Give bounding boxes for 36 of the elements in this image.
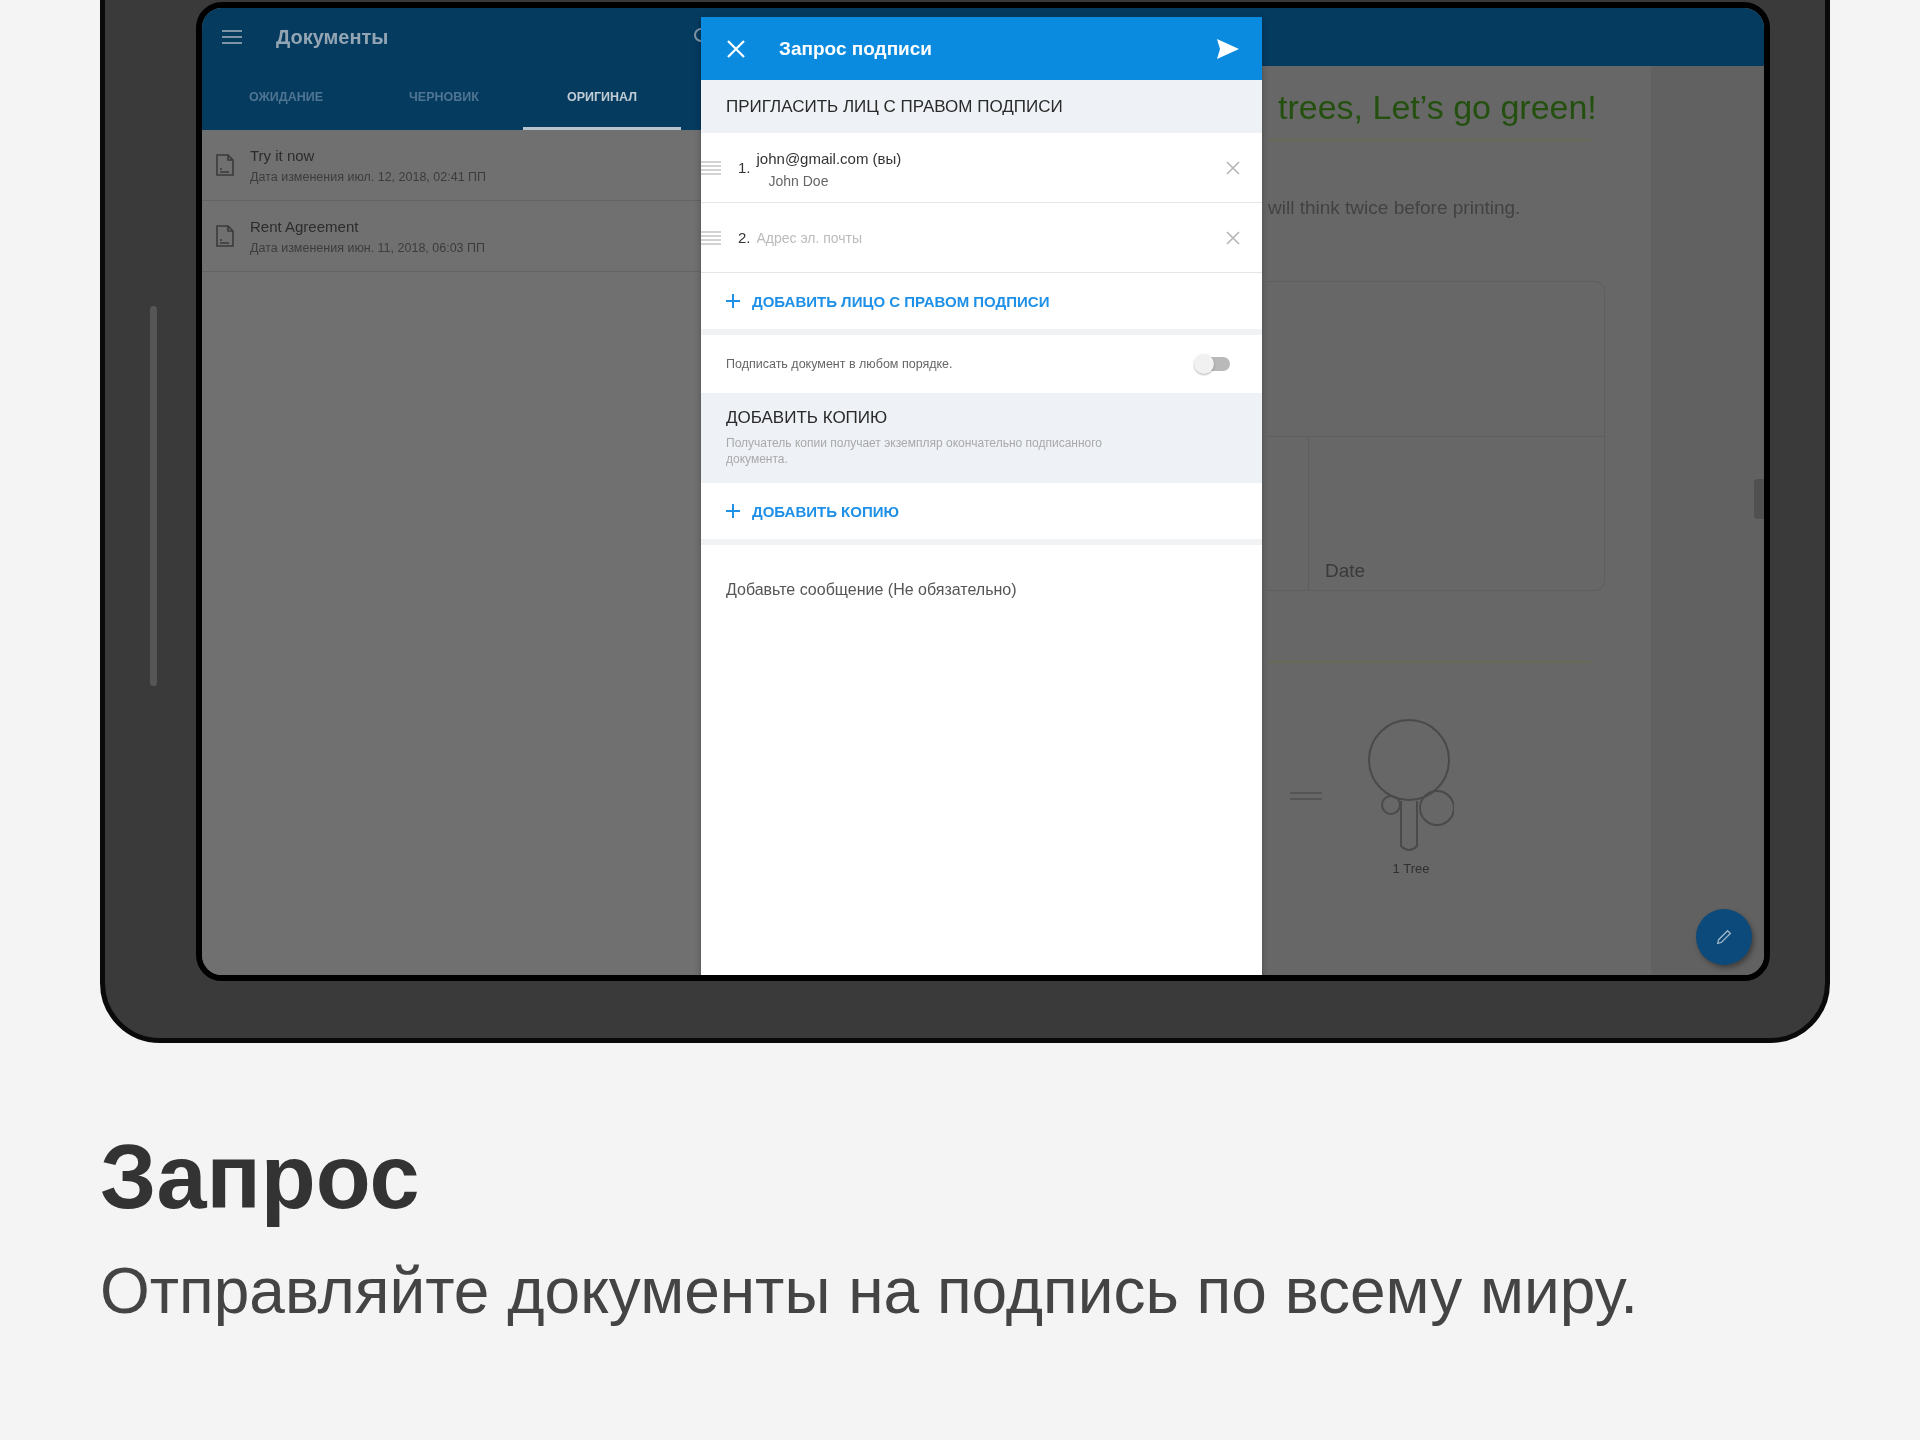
drag-handle-icon[interactable] — [701, 230, 721, 245]
section-hint: Получатель копии получает экземпляр окончательно подписанного документа. — [726, 436, 1103, 468]
tab[interactable]: ОЖИДАНИЕ — [207, 66, 365, 130]
caption-text: Отправляйте документы на подпись по всему миру. — [100, 1255, 1639, 1326]
add-copy-button[interactable]: ДОБАВИТЬ КОПИЮ — [701, 483, 1262, 545]
document-name: Rent Agreement — [250, 217, 360, 235]
section-title: ПРИГЛАСИТЬ ЛИЦ С ПРАВОМ ПОДПИСИ — [726, 96, 1063, 117]
dialog-title: Запрос подписи — [779, 37, 933, 60]
plus-icon — [726, 294, 740, 308]
app-title: Документы — [276, 25, 389, 49]
toggle-switch[interactable] — [1196, 357, 1230, 371]
plus-icon — [726, 504, 740, 518]
drawer-handle[interactable] — [1754, 479, 1764, 519]
document-name: Try it now — [250, 146, 316, 164]
signer-email: john@gmail.com (вы) — [756, 150, 902, 167]
menu-icon[interactable] — [222, 30, 242, 44]
caption-title: Запрос — [100, 1126, 421, 1229]
toggle-label: Подписать документ в любом порядке. — [726, 357, 953, 371]
remove-icon[interactable] — [1226, 230, 1240, 245]
remove-icon[interactable] — [1226, 160, 1240, 175]
signer-number: 2. — [738, 229, 751, 246]
close-icon[interactable] — [726, 38, 746, 59]
document-icon — [216, 154, 234, 176]
document-heading: trees, Let’s go green! — [1277, 88, 1598, 127]
drag-handle-icon[interactable] — [701, 160, 721, 175]
tree-icon — [1368, 719, 1454, 853]
signer-number: 1. — [738, 159, 751, 176]
send-icon[interactable] — [1216, 37, 1240, 60]
pencil-icon — [1715, 928, 1733, 946]
signer-name: John Doe — [768, 173, 830, 189]
document-icon — [216, 225, 234, 247]
add-signer-button[interactable]: ДОБАВИТЬ ЛИЦО С ПРАВОМ ПОДПИСИ — [701, 273, 1262, 335]
tab[interactable]: ЧЕРНОВИК — [365, 66, 523, 130]
edit-button[interactable] — [1696, 909, 1752, 965]
tab[interactable]: ОРИГИНАЛ — [523, 66, 681, 130]
section-title: ДОБАВИТЬ КОПИЮ — [726, 408, 888, 429]
